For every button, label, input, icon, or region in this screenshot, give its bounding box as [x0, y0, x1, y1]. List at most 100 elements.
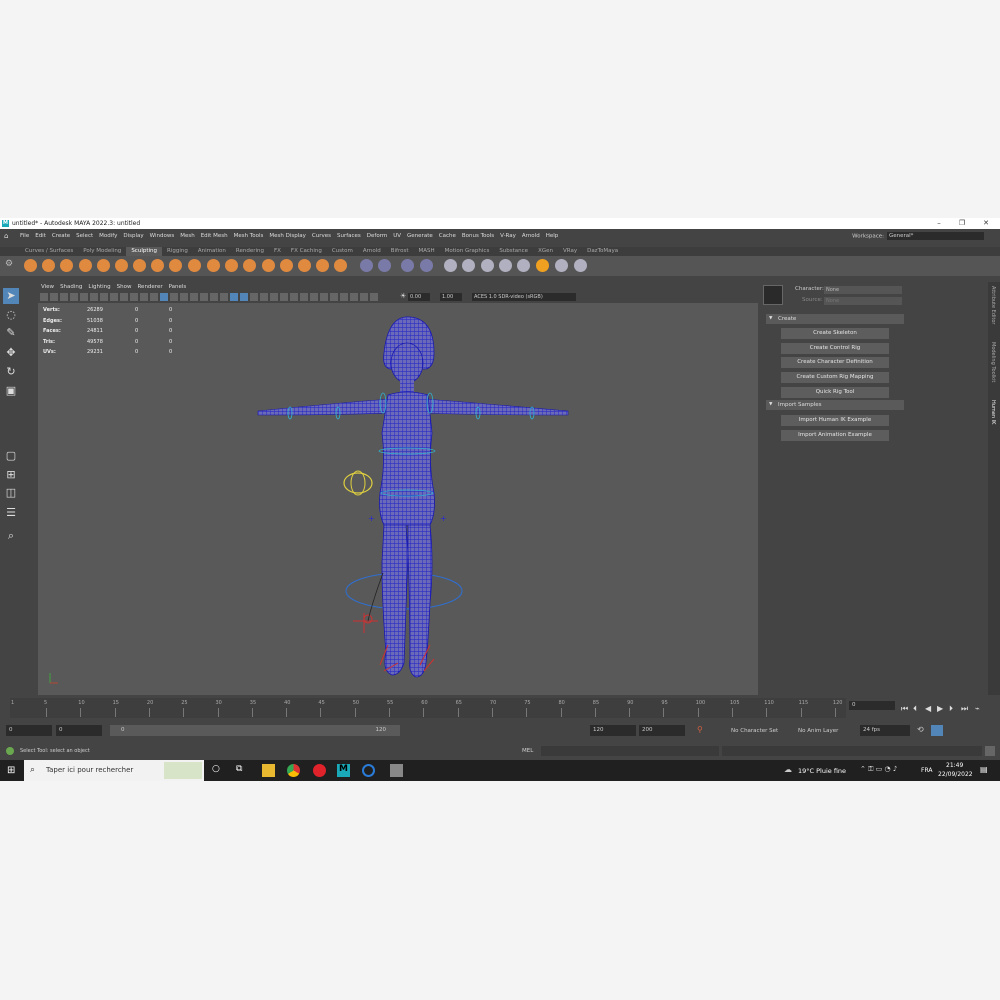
- panel-toolbar-button[interactable]: [260, 293, 268, 301]
- create-control-rig-button[interactable]: Create Control Rig: [781, 342, 889, 354]
- menu-curves[interactable]: Curves: [312, 233, 331, 239]
- go-to-end-icon[interactable]: ⏭: [961, 704, 968, 714]
- play-forwards-icon[interactable]: ▶: [937, 704, 943, 713]
- panel-toolbar-button[interactable]: [150, 293, 158, 301]
- create-custom-rig-mapping-button[interactable]: Create Custom Rig Mapping: [781, 372, 889, 384]
- sculpt-tool-icon[interactable]: [188, 259, 201, 272]
- current-frame-field[interactable]: 0: [849, 701, 895, 710]
- sculpt-tool-icon[interactable]: [316, 259, 329, 272]
- sculpt-tool-icon[interactable]: [151, 259, 164, 272]
- panel-menu-shading[interactable]: Shading: [60, 284, 82, 290]
- panel-toolbar-button[interactable]: [340, 293, 348, 301]
- panel-toolbar-button[interactable]: [280, 293, 288, 301]
- shelf-tab-curves-surfaces[interactable]: Curves / Surfaces: [20, 247, 78, 256]
- clock-date[interactable]: 22/09/2022: [938, 771, 973, 778]
- gamma-field[interactable]: 1.00: [440, 293, 462, 301]
- sculpt-tool-icon[interactable]: [169, 259, 182, 272]
- auto-key-icon[interactable]: ⚲: [697, 725, 703, 734]
- panel-toolbar-button[interactable]: [50, 293, 58, 301]
- menu-cache[interactable]: Cache: [439, 233, 456, 239]
- sculpt-tool-icon[interactable]: [378, 259, 391, 272]
- step-back-icon[interactable]: ⏴: [913, 704, 917, 714]
- scale-tool-icon[interactable]: ▣: [3, 383, 19, 399]
- exposure-field[interactable]: 0.00: [408, 293, 430, 301]
- chrome-icon[interactable]: [287, 764, 300, 777]
- maximize-icon[interactable]: ❐: [957, 219, 967, 227]
- panel-toolbar-button[interactable]: [120, 293, 128, 301]
- panel-toolbar-button[interactable]: [140, 293, 148, 301]
- shelf-tab-vray[interactable]: VRay: [558, 247, 582, 256]
- search-icon[interactable]: ⌕: [3, 528, 19, 544]
- opera-icon[interactable]: [313, 764, 326, 777]
- shelf-tab-bifrost[interactable]: Bifrost: [386, 247, 414, 256]
- four-view-icon[interactable]: ⊞: [3, 467, 19, 483]
- import-samples-section-header[interactable]: Import Samples: [766, 400, 904, 410]
- shelf-tab-mash[interactable]: MASH: [413, 247, 439, 256]
- sculpt-tool-icon[interactable]: [298, 259, 311, 272]
- menu-arnold[interactable]: Arnold: [522, 233, 540, 239]
- panel-menu-panels[interactable]: Panels: [169, 284, 187, 290]
- script-language-toggle[interactable]: MEL: [522, 748, 533, 754]
- time-slider[interactable]: 1 5 10 15 20 25 30 35 40 45 50 55 60 65 70 75 80 85 90 95 1…: [0, 696, 1000, 720]
- sculpt-tool-icon[interactable]: [225, 259, 238, 272]
- shelf-tab-motion-graphics[interactable]: Motion Graphics: [440, 247, 495, 256]
- import-animation-example-button[interactable]: Import Animation Example: [781, 429, 889, 441]
- panel-toolbar-button[interactable]: [220, 293, 228, 301]
- loop-icon[interactable]: ⟲: [917, 725, 924, 734]
- sculpt-tool-icon[interactable]: [536, 259, 549, 272]
- scene-start-field[interactable]: 0: [6, 725, 52, 736]
- menu-modify[interactable]: Modify: [99, 233, 117, 239]
- move-tool-icon[interactable]: ✥: [3, 345, 19, 361]
- close-icon[interactable]: ✕: [981, 219, 991, 227]
- panel-menu-lighting[interactable]: Lighting: [88, 284, 110, 290]
- create-section-header[interactable]: Create: [766, 314, 904, 324]
- two-pane-icon[interactable]: ◫: [3, 485, 19, 501]
- create-character-definition-button[interactable]: Create Character Definition: [781, 357, 889, 369]
- outliner-layout-icon[interactable]: ☰: [3, 505, 19, 521]
- menu-deform[interactable]: Deform: [367, 233, 387, 239]
- sculpt-tool-icon[interactable]: [280, 259, 293, 272]
- file-explorer-icon[interactable]: [262, 764, 275, 777]
- shelf-tab-custom[interactable]: Custom: [327, 247, 358, 256]
- sculpt-tool-icon[interactable]: [262, 259, 275, 272]
- shelf-tab-poly-modeling[interactable]: Poly Modeling: [78, 247, 126, 256]
- sculpt-tool-icon[interactable]: [207, 259, 220, 272]
- shelf-tab-xgen[interactable]: XGen: [533, 247, 558, 256]
- panel-toolbar-button[interactable]: [70, 293, 78, 301]
- panel-toolbar-button[interactable]: [90, 293, 98, 301]
- widgets-icon[interactable]: ⧉: [236, 764, 242, 774]
- panel-toolbar-button[interactable]: [160, 293, 168, 301]
- app-icon[interactable]: [390, 764, 403, 777]
- panel-toolbar-button[interactable]: [330, 293, 338, 301]
- panel-toolbar-button[interactable]: [300, 293, 308, 301]
- tab-attribute-editor[interactable]: Attribute Editor: [990, 286, 996, 324]
- single-perspective-icon[interactable]: ▢: [3, 448, 19, 464]
- panel-toolbar-button[interactable]: [350, 293, 358, 301]
- shelf-tab-rigging[interactable]: Rigging: [162, 247, 193, 256]
- panel-toolbar-button[interactable]: [200, 293, 208, 301]
- anim-layer-dropdown[interactable]: No Anim Layer: [798, 728, 838, 734]
- shelf-tab-fx[interactable]: FX: [269, 247, 286, 256]
- paint-select-icon[interactable]: ✎: [3, 325, 19, 341]
- go-to-start-icon[interactable]: ⏮: [901, 704, 908, 714]
- step-forward-icon[interactable]: ⏵: [949, 704, 953, 714]
- perspective-viewport[interactable]: Verts: 26289 0 0 Edges: 51038 0 0 Faces: 24811 0 0 T…: [38, 303, 758, 695]
- sculpt-tool-icon[interactable]: [401, 259, 414, 272]
- sculpt-tool-icon[interactable]: [481, 259, 494, 272]
- playback-options-icon[interactable]: [931, 725, 943, 736]
- sculpt-tool-icon[interactable]: [42, 259, 55, 272]
- quick-rig-tool-button[interactable]: Quick Rig Tool: [781, 386, 889, 398]
- panel-toolbar-button[interactable]: [320, 293, 328, 301]
- character-set-dropdown[interactable]: No Character Set: [731, 728, 778, 734]
- panel-toolbar-button[interactable]: [360, 293, 368, 301]
- minimize-icon[interactable]: –: [934, 219, 944, 227]
- tab-modeling-toolkit[interactable]: Modeling Toolkit: [990, 342, 996, 382]
- sculpt-tool-icon[interactable]: [444, 259, 457, 272]
- key-icon[interactable]: ⌁: [975, 704, 980, 713]
- menu-edit[interactable]: Edit: [35, 233, 46, 239]
- input-language[interactable]: FRA: [921, 767, 932, 774]
- windows-start-icon[interactable]: ⊞: [7, 765, 15, 776]
- script-editor-icon[interactable]: [985, 746, 995, 756]
- timeline-ticks[interactable]: 1 5 10 15 20 25 30 35 40 45 50 55 60 65 70 75 80 85 90 95 1…: [10, 698, 846, 718]
- panel-toolbar-button[interactable]: [180, 293, 188, 301]
